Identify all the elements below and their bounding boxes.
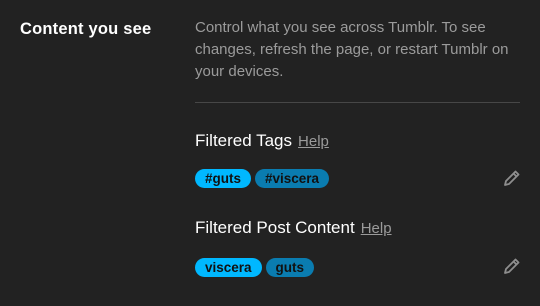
filtered-post-content-help-link[interactable]: Help: [361, 220, 392, 237]
section-title: Content you see: [20, 20, 152, 38]
filtered-tags-label: Filtered Tags: [195, 131, 293, 150]
edit-filtered-post-content-button[interactable]: [502, 256, 522, 276]
tag-chip-guts[interactable]: #guts: [195, 169, 252, 188]
pencil-icon: [504, 258, 520, 274]
edit-filtered-tags-button[interactable]: [502, 168, 522, 188]
filtered-tags-help-link[interactable]: Help: [298, 133, 329, 150]
pencil-icon: [504, 170, 520, 186]
filtered-tags-list: #guts #viscera: [195, 169, 330, 188]
filtered-post-content-heading: Filtered Post Content Help: [195, 218, 392, 238]
divider: [195, 102, 520, 103]
content-chip-viscera[interactable]: viscera: [195, 258, 262, 277]
content-chip-guts[interactable]: guts: [265, 258, 315, 277]
tag-chip-viscera[interactable]: #viscera: [255, 169, 330, 188]
section-description: Control what you see across Tumblr. To s…: [195, 19, 509, 80]
filtered-post-content-label: Filtered Post Content: [195, 218, 355, 237]
filtered-post-content-list: viscera guts: [195, 258, 315, 277]
filtered-tags-heading: Filtered Tags Help: [195, 131, 329, 151]
